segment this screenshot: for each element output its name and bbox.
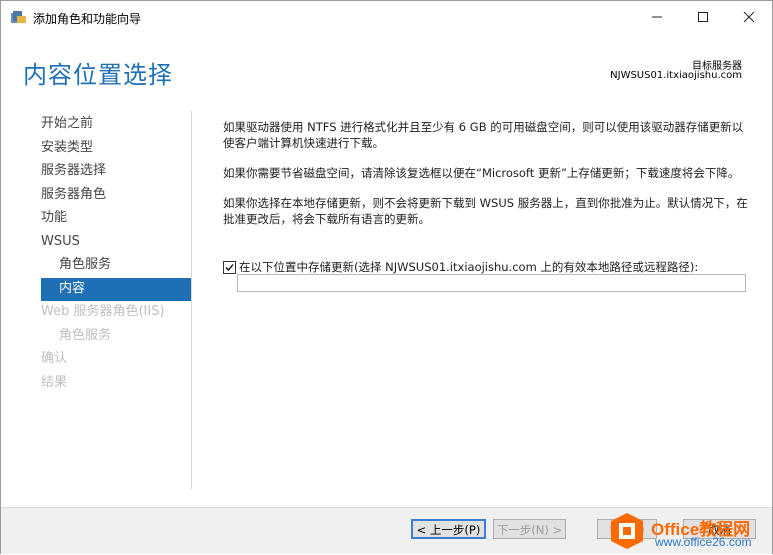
- page-title: 内容位置选择: [23, 61, 173, 89]
- nav-divider: [191, 111, 192, 489]
- content-panel: 如果驱动器使用 NTFS 进行格式化并且至少有 6 GB 的可用磁盘空间，则可以…: [223, 119, 753, 241]
- wizard-nav: 开始之前 安装类型 服务器选择 服务器角色 功能 WSUS 角色服务 内容 We…: [41, 113, 191, 395]
- content-path-input[interactable]: [237, 274, 746, 292]
- watermark-url: www.office26.com: [655, 535, 752, 549]
- store-updates-option[interactable]: 在以下位置中存储更新(选择 NJWSUS01.itxiaojishu.com 上…: [223, 259, 698, 275]
- nav-item-iis-role-services: 角色服务: [59, 327, 112, 343]
- nav-item-wsus-role-services[interactable]: 角色服务: [41, 254, 191, 278]
- wizard-window: 添加角色和功能向导 内容位置选择 目标服务器 NJWSUS01.itxiaoji…: [0, 0, 773, 554]
- nav-item-server-roles[interactable]: 服务器角色: [41, 184, 191, 208]
- window-title: 添加角色和功能向导: [33, 12, 142, 26]
- content-paragraph-ntfs: 如果驱动器使用 NTFS 进行格式化并且至少有 6 GB 的可用磁盘空间，则可以…: [223, 120, 744, 150]
- next-button[interactable]: 下一步(N) >: [493, 519, 566, 539]
- maximize-icon[interactable]: [680, 1, 726, 33]
- content-paragraph-disk-space: 如果你需要节省磁盘空间，请清除该复选框以便在“Microsoft 更新”上存储更…: [223, 166, 740, 180]
- nav-item-results: 结果: [41, 374, 68, 390]
- nav-item-installation-type[interactable]: 安装类型: [41, 137, 191, 161]
- server-manager-icon: [11, 11, 26, 23]
- minimize-icon[interactable]: [634, 1, 680, 33]
- office-logo-icon: [611, 513, 643, 549]
- nav-item-server-selection[interactable]: 服务器选择: [41, 160, 191, 184]
- close-icon[interactable]: [726, 1, 772, 33]
- previous-button[interactable]: < 上一步(P): [411, 519, 486, 539]
- content-paragraph-local-storage: 如果你选择在本地存储更新，则不会将更新下载到 WSUS 服务器上，直到你批准为止…: [223, 196, 748, 226]
- nav-item-content[interactable]: 内容: [41, 277, 191, 301]
- store-updates-checkbox[interactable]: [223, 260, 236, 274]
- nav-item-confirmation: 确认: [41, 351, 68, 366]
- nav-item-features[interactable]: 功能: [41, 207, 191, 231]
- store-updates-label[interactable]: 在以下位置中存储更新(选择 NJWSUS01.itxiaojishu.com 上…: [239, 259, 698, 275]
- title-bar[interactable]: 添加角色和功能向导: [1, 1, 772, 33]
- nav-item-before-you-begin[interactable]: 开始之前: [41, 113, 191, 137]
- nav-item-wsus[interactable]: WSUS: [41, 231, 191, 255]
- checkmark-icon: [225, 263, 234, 271]
- nav-item-web-server-role: Web 服务器角色(IIS): [41, 304, 165, 319]
- watermark: Office教程网 www.office26.com: [601, 507, 773, 555]
- destination-server-name: NJWSUS01.itxiaojishu.com: [610, 70, 742, 81]
